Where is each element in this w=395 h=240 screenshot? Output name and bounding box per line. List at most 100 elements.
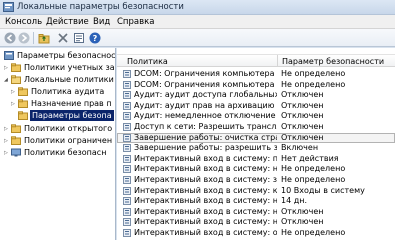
- folder-icon: [18, 99, 28, 108]
- tree-item-local-policies[interactable]: ◢ Локальные политики: [0, 74, 115, 85]
- menu-console[interactable]: Консоль: [5, 17, 42, 27]
- policy-name: Интерактивный вход в систему: пове...: [134, 153, 277, 163]
- policy-icon: [123, 80, 131, 89]
- folder-icon: [18, 87, 28, 96]
- table-row[interactable]: Интерактивный вход в систему: отоб... Не …: [117, 228, 395, 238]
- tree-item-public-key-policies[interactable]: ▷ Политики открытого к: [0, 123, 115, 134]
- policy-name: Аудит: немедленное отключение сист...: [134, 111, 277, 121]
- policy-icon: [123, 70, 131, 78]
- column-header-setting[interactable]: Параметр безопасности: [282, 57, 384, 66]
- up-folder-icon[interactable]: [38, 32, 50, 44]
- policy-setting: Отключен: [281, 206, 324, 216]
- toolbar-separator: [33, 32, 34, 44]
- table-row[interactable]: Интерактивный вход в систему: пове... Нет…: [117, 154, 395, 164]
- policy-name: Завершение работы: очистка странич...: [134, 132, 277, 142]
- folder-icon: [18, 111, 28, 120]
- tree-item-security-options[interactable]: Параметры безопа: [0, 110, 115, 121]
- policy-setting: Отключен: [281, 122, 324, 131]
- expand-icon[interactable]: ▷: [4, 126, 8, 132]
- policy-name: DCOM: Ограничения компьютера на ...: [134, 79, 277, 89]
- policy-setting: Не определено: [281, 228, 346, 237]
- menu-action[interactable]: Действие: [46, 17, 89, 27]
- table-row[interactable]: DCOM: Ограничения компьютера на ... Не оп…: [117, 69, 395, 79]
- collapse-icon[interactable]: ◢: [4, 77, 8, 83]
- expand-icon[interactable]: ▷: [11, 89, 15, 95]
- tree-item-user-rights[interactable]: ▷ Назначение прав п: [0, 98, 115, 109]
- policy-setting: Отключен: [281, 132, 324, 142]
- policy-icon: [123, 165, 131, 174]
- table-row[interactable]: Завершение работы: разрешить заве... Вклю…: [117, 143, 395, 153]
- policy-setting: Не определено: [281, 164, 346, 174]
- policy-icon: [123, 112, 131, 121]
- policy-name: Интерактивный вход в систему: не от...: [134, 206, 277, 216]
- policy-setting: Не определено: [281, 79, 346, 89]
- policy-setting: Отключен: [281, 90, 324, 100]
- table-row[interactable]: Аудит: аудит доступа глобальных сист... О…: [117, 90, 395, 100]
- policy-icon: [123, 144, 131, 153]
- expand-icon[interactable]: ▷: [4, 138, 8, 144]
- toolbar: ?: [0, 29, 395, 47]
- svg-text:?: ?: [93, 34, 98, 43]
- policy-setting: Отключен: [281, 111, 324, 121]
- policy-icon: [123, 207, 131, 216]
- policy-icon: [123, 133, 131, 142]
- expand-icon[interactable]: ▷: [4, 150, 8, 156]
- help-icon[interactable]: ?: [89, 32, 101, 44]
- policy-setting: Отключен: [281, 217, 324, 227]
- policy-name: Доступ к сети: Разрешить трансляци...: [134, 122, 277, 131]
- table-row[interactable]: Интерактивный вход в систему: загол... Не…: [117, 175, 395, 185]
- tree-item-software-restriction[interactable]: ▷ Политики ограничен: [0, 135, 115, 146]
- policy-name: DCOM: Ограничения компьютера на ...: [134, 69, 277, 78]
- table-row[interactable]: Доступ к сети: Разрешить трансляци... Отк…: [117, 122, 395, 132]
- policy-name: Интерактивный вход в систему: колич...: [134, 185, 277, 195]
- table-row[interactable]: Интерактивный вход в систему: не от... От…: [117, 207, 395, 217]
- policy-icon: [123, 101, 131, 110]
- tree-item-account-policies[interactable]: ▷ Политики учетных зап: [0, 62, 115, 73]
- forward-icon[interactable]: [18, 32, 30, 44]
- table-row[interactable]: Интерактивный вход в систему: колич... 10…: [117, 186, 395, 196]
- policy-setting: Отключен: [281, 100, 324, 110]
- policy-icon: [123, 123, 131, 131]
- table-row[interactable]: Интерактивный вход в систему: не о... Не …: [117, 164, 395, 174]
- policy-name: Аудит: аудит прав на архивацию и вос...: [134, 100, 277, 110]
- policy-name: Интерактивный вход в систему: не о...: [134, 164, 277, 174]
- policy-setting: Включен: [281, 143, 319, 153]
- title-bar: Локальные параметры безопасности: [0, 0, 395, 15]
- back-icon[interactable]: [4, 32, 16, 44]
- tree-item-ip-security[interactable]: ▷ Политики безопасн: [0, 147, 115, 158]
- policy-setting: 14 дн.: [281, 196, 308, 206]
- expand-icon[interactable]: ▷: [4, 65, 8, 71]
- policy-setting: Нет действия: [281, 153, 339, 163]
- table-row[interactable]: Интерактивный вход в систему: не тр... От…: [117, 217, 395, 227]
- menu-view[interactable]: Вид: [93, 17, 110, 27]
- table-row[interactable]: Аудит: аудит прав на архивацию и вос... О…: [117, 101, 395, 111]
- delete-icon[interactable]: [57, 32, 69, 44]
- table-row[interactable]: Завершение работы: очистка странич... Отк…: [117, 132, 395, 143]
- table-row[interactable]: Аудит: немедленное отключение сист... Отк…: [117, 111, 395, 121]
- policy-icon: [123, 154, 131, 163]
- table-row[interactable]: Интерактивный вход в систему: напо... 14 …: [117, 196, 395, 206]
- folder-icon: [11, 124, 21, 133]
- policy-icon: [123, 229, 131, 237]
- window-title: Локальные параметры безопасности: [17, 2, 184, 12]
- properties-icon[interactable]: [73, 32, 85, 44]
- open-folder-icon: [11, 75, 21, 84]
- network-security-icon: [11, 148, 21, 157]
- column-divider[interactable]: [277, 55, 278, 67]
- policy-list: Политика Параметр безопасности DCOM: Огр…: [117, 48, 395, 240]
- menu-help[interactable]: Справка: [117, 17, 154, 27]
- policy-name: Интерактивный вход в систему: не тр...: [134, 217, 277, 227]
- policy-setting: Не определено: [281, 69, 346, 78]
- tree-item-security-settings[interactable]: Параметры безопасности: [0, 50, 115, 61]
- table-row[interactable]: DCOM: Ограничения компьютера на ... Не оп…: [117, 80, 395, 90]
- policy-name: Интерактивный вход в систему: напо...: [134, 196, 277, 206]
- policy-setting: 10 Входы в систему: [281, 185, 365, 195]
- policy-icon: [123, 218, 131, 227]
- expand-icon[interactable]: ▷: [11, 101, 15, 107]
- policy-name: Аудит: аудит доступа глобальных сист...: [134, 90, 277, 100]
- policy-name: Интерактивный вход в систему: загол...: [134, 175, 277, 184]
- tree-item-audit-policy[interactable]: ▷ Политика аудита: [0, 86, 115, 97]
- column-header-policy[interactable]: Политика: [127, 57, 168, 66]
- policy-name: Завершение работы: разрешить заве...: [134, 143, 277, 153]
- list-header: Политика Параметр безопасности: [117, 54, 395, 67]
